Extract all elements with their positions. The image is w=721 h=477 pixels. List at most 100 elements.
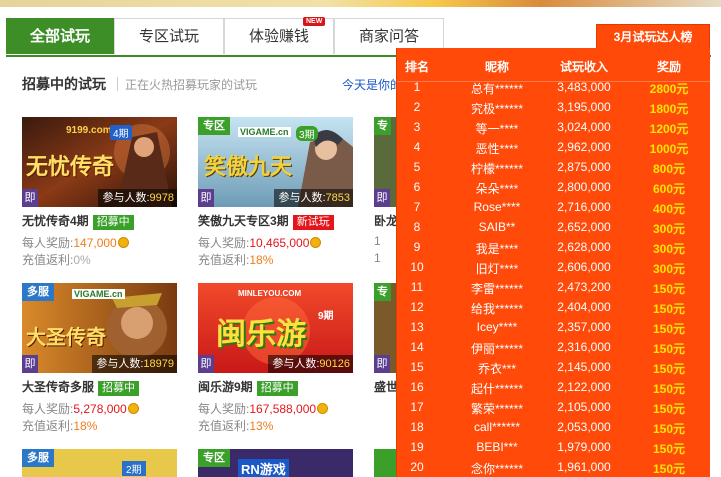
reward-cell: 600元 xyxy=(652,182,686,196)
tab-all-trials[interactable]: 全部试玩 xyxy=(6,18,114,54)
game-art-title: 无忧传奇 xyxy=(26,154,115,180)
income-cell: 2,122,000 xyxy=(557,380,611,394)
participants-count: 参与人数:9978 xyxy=(98,189,177,207)
rank-cell: 8 xyxy=(413,220,421,234)
status-badge: 招募中 xyxy=(98,381,140,396)
reward-value: 167,588,000 xyxy=(249,402,317,416)
game-card[interactable]: 多服 2期 xyxy=(22,449,177,477)
game-thumbnail-partial[interactable] xyxy=(374,449,398,477)
game-thumbnail[interactable]: 专区 VIGAME.cn 3期 笑傲九天 即 参与人数:7853 xyxy=(198,117,353,207)
income-cell: 1,979,000 xyxy=(557,440,611,454)
reward-cell: 150元 xyxy=(652,282,686,296)
tab-earn-money-label: 体验赚钱 xyxy=(248,28,309,45)
period-badge: 4期 xyxy=(110,125,132,140)
rank-cell: 12 xyxy=(410,300,424,314)
reward-value: 10,465,000 xyxy=(249,236,310,250)
reward-cell: 150元 xyxy=(652,342,686,356)
leaderboard-row: 15 乔衣*** 2,145,000 150元 xyxy=(397,357,710,377)
reward-cell: 150元 xyxy=(652,362,686,376)
game-thumbnail[interactable]: MINLEYOU.COM 9期 闽乐游 即 参与人数:90126 xyxy=(198,283,353,373)
income-cell: 2,145,000 xyxy=(557,360,611,374)
tab-earn-money[interactable]: 体验赚钱 NEW xyxy=(224,17,334,54)
income-cell: 2,875,000 xyxy=(557,160,611,174)
rank-cell: 13 xyxy=(410,320,424,334)
leaderboard-row: 4 恶性**** 2,962,000 1000元 xyxy=(397,137,710,157)
reward-value: 147,000 xyxy=(73,236,117,250)
game-title[interactable]: 闽乐游9期 招募中 xyxy=(198,378,298,396)
rebate-line: 充值返利:13% xyxy=(198,417,273,434)
rank-cell: 17 xyxy=(410,400,424,414)
reward-line: 每人奖励:10,465,000 xyxy=(198,234,322,251)
rank-cell: 7 xyxy=(413,200,421,214)
participants-label: 参与人数: xyxy=(272,358,320,370)
participants-label: 参与人数: xyxy=(102,192,150,204)
zone-badge: 专区 xyxy=(198,449,230,467)
reward-cell: 150元 xyxy=(652,442,686,456)
instant-badge: 即 xyxy=(374,189,390,207)
reward-cell: 150元 xyxy=(652,322,686,336)
income-header: 试玩收入 xyxy=(559,60,608,74)
game-title[interactable]: 大圣传奇多服 招募中 xyxy=(22,378,140,396)
game-title[interactable]: 无忧传奇4期 招募中 xyxy=(22,212,134,230)
reward-cell: 1200元 xyxy=(649,122,689,136)
participants-value: 7853 xyxy=(325,192,350,204)
reward-label: 每人奖励: xyxy=(198,402,250,416)
coin-icon xyxy=(127,403,139,414)
reward-cell: 800元 xyxy=(652,162,686,176)
reward-cell: 300元 xyxy=(652,222,686,236)
monthly-ranking-tab[interactable]: 3月试玩达人榜 xyxy=(596,24,710,50)
reward-label: 每人奖励: xyxy=(22,236,74,250)
game-thumbnail[interactable]: 9199.com 4期 无忧传奇 即 参与人数:9978 xyxy=(22,117,177,207)
new-badge: NEW xyxy=(303,17,326,26)
rank-cell: 19 xyxy=(410,440,424,454)
rank-cell: 9 xyxy=(413,240,421,254)
leaderboard-row: 10 旧灯**** 2,606,000 300元 xyxy=(397,257,710,277)
rank-cell: 5 xyxy=(413,160,421,174)
rank-cell: 1 xyxy=(413,80,421,94)
game-title[interactable]: 笑傲九天专区3期 新试玩 xyxy=(198,212,334,230)
participants-label: 参与人数: xyxy=(278,192,326,204)
participants-value: 9978 xyxy=(149,192,174,204)
leaderboard-row: 3 等一**** 3,024,000 1200元 xyxy=(397,117,710,137)
reward-value: 1 xyxy=(374,234,381,248)
coin-icon xyxy=(310,237,322,248)
reward-cell: 1800元 xyxy=(649,102,689,116)
instant-badge: 即 xyxy=(374,355,390,373)
rank-cell: 4 xyxy=(413,140,421,154)
reward-cell: 2800元 xyxy=(649,82,689,96)
leaderboard-row: 13 Icey**** 2,357,000 150元 xyxy=(397,317,710,337)
coin-icon xyxy=(117,237,129,248)
reward-cell: 150元 xyxy=(652,302,686,316)
reward-label: 每人奖励: xyxy=(198,236,250,250)
section-divider xyxy=(117,77,118,91)
game-name-text: 大圣传奇多服 xyxy=(22,380,95,394)
income-cell: 2,357,000 xyxy=(557,320,611,334)
rebate-value: 18% xyxy=(249,253,274,267)
section-subtitle: 正在火热招募玩家的试玩 xyxy=(125,78,258,92)
rebate-value: 18% xyxy=(73,419,98,433)
game-title[interactable]: 卧龙 xyxy=(374,212,398,229)
leaderboard-row: 12 给我****** 2,404,000 150元 xyxy=(397,297,710,317)
income-cell: 2,473,200 xyxy=(557,280,611,294)
today-link[interactable]: 今天是你的 xyxy=(342,76,402,93)
status-badge: 新试玩 xyxy=(292,215,334,230)
leaderboard-row: 6 朵朵**** 2,800,000 600元 xyxy=(397,177,710,197)
income-cell: 2,962,000 xyxy=(557,140,611,154)
section-title: 招募中的试玩 xyxy=(22,76,106,92)
coin-icon xyxy=(317,403,329,414)
reward-line: 每人奖励:167,588,000 xyxy=(198,400,329,417)
rank-cell: 20 xyxy=(410,460,424,474)
reward-cell: 300元 xyxy=(652,262,686,276)
rebate-line: 充值返利:18% xyxy=(22,417,97,434)
income-cell: 3,195,000 xyxy=(557,100,611,114)
income-cell: 2,606,000 xyxy=(557,260,611,274)
game-logo: VIGAME.cn xyxy=(72,289,125,299)
game-title[interactable]: 盛世 xyxy=(374,378,398,395)
game-thumbnail[interactable]: 多服 VIGAME.cn 大圣传奇 即 参与人数:18979 xyxy=(22,283,177,373)
multi-server-badge: 多服 xyxy=(22,283,54,301)
tab-zone-trials[interactable]: 专区试玩 xyxy=(114,18,224,54)
game-card[interactable]: 专区 RN游戏 xyxy=(198,449,353,477)
income-cell: 2,404,000 xyxy=(557,300,611,314)
reward-value: 5,278,000 xyxy=(73,402,127,416)
game-name-text: 笑傲九天专区3期 xyxy=(198,214,289,228)
